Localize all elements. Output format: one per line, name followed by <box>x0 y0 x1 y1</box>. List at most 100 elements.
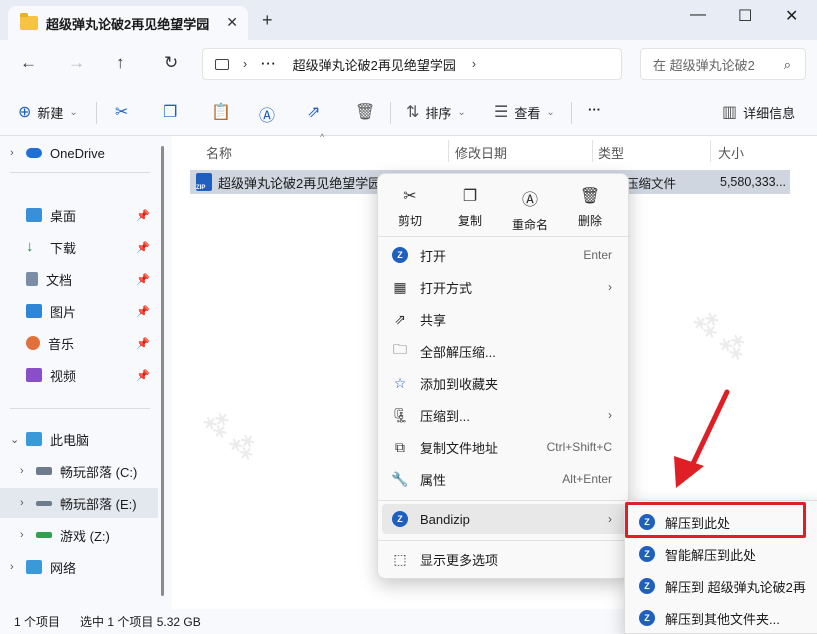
forward-button[interactable]: → <box>68 53 85 73</box>
search-icon: ⌕ <box>783 57 791 72</box>
sidebar-item-videos[interactable]: 视频 📌 <box>0 360 158 390</box>
new-label: 新建 <box>37 105 64 121</box>
sidebar-item-drive-z[interactable]: › 游戏 (Z:) <box>0 520 158 550</box>
sidebar-item-pictures[interactable]: 图片 📌 <box>0 296 158 326</box>
copy-button[interactable]: ❐ <box>163 102 183 122</box>
menu-item-open[interactable]: Z 打开 Enter <box>382 240 626 270</box>
sidebar-item-label: 文档 <box>46 272 73 288</box>
tab-current[interactable]: 超级弹丸论破2再见绝望学园 ✕ <box>8 6 248 40</box>
menu-item-more-options[interactable]: ⬚ 显示更多选项 <box>382 544 626 574</box>
chevron-right-icon: › <box>20 529 24 541</box>
document-icon <box>26 272 38 286</box>
rename-button[interactable]: Ⓐ <box>259 102 281 126</box>
menu-divider <box>378 500 630 501</box>
submenu-item-extract-to-folder[interactable]: Z 解压到 超级弹丸论破2再 <box>629 571 817 601</box>
command-bar: ⊕ 新建 ⌄ ✂ ❐ 📋 Ⓐ ⇗ 🗑 ⇅ 排序 ⌄ ☰ 查看 ⌄ ··· ▥ 详… <box>0 88 817 136</box>
minimize-button[interactable]: — <box>690 6 706 24</box>
sidebar-item-label: 桌面 <box>50 208 77 224</box>
delete-label: 删除 <box>577 214 602 228</box>
cut-label: 剪切 <box>397 214 422 228</box>
scissors-icon: ✂ <box>403 188 417 205</box>
sidebar-item-onedrive[interactable]: › OneDrive <box>0 138 158 168</box>
cut-button[interactable]: ✂ 剪切 <box>380 186 440 229</box>
sidebar-divider <box>10 408 150 409</box>
share-icon: ⇗ <box>394 310 406 327</box>
back-button[interactable]: ← <box>20 53 37 73</box>
file-size: 5,580,333... <box>720 175 787 189</box>
bandizip-icon: Z <box>392 511 408 527</box>
copy-icon: ❐ <box>163 104 178 121</box>
cut-button[interactable]: ✂ <box>115 102 134 122</box>
sidebar-item-label: 音乐 <box>48 336 75 352</box>
rename-icon: Ⓐ <box>259 108 276 125</box>
computer-icon <box>26 432 42 446</box>
sidebar-item-desktop[interactable]: 桌面 📌 <box>0 200 158 230</box>
sidebar-item-label: OneDrive <box>50 145 105 161</box>
menu-item-bandizip[interactable]: Z Bandizip › <box>382 504 626 534</box>
submenu-item-smart-extract[interactable]: Z 智能解压到此处 <box>629 539 817 569</box>
column-divider[interactable] <box>710 140 711 162</box>
menu-item-open-with[interactable]: ▦ 打开方式 › <box>382 272 626 302</box>
column-header-type[interactable]: 类型 <box>598 143 624 162</box>
delete-button[interactable]: 🗑 <box>355 102 381 122</box>
menu-item-compress[interactable]: 🗜 压缩到... › <box>382 400 626 430</box>
chevron-right-icon[interactable]: › <box>243 57 247 71</box>
up-button[interactable]: ↑ <box>116 53 125 73</box>
share-button[interactable]: ⇗ <box>307 102 326 122</box>
menu-item-extract-all[interactable]: 🗀 全部解压缩... <box>382 336 626 366</box>
rename-button[interactable]: Ⓐ 重命名 <box>500 186 560 233</box>
column-header-name[interactable]: 名称 <box>206 143 232 162</box>
sidebar-item-downloads[interactable]: ↓ 下载 📌 <box>0 232 158 262</box>
sidebar-scrollbar[interactable] <box>158 136 172 609</box>
sidebar-item-drive-c[interactable]: › 畅玩部落 (C:) <box>0 456 158 486</box>
chevron-right-icon: › <box>608 280 612 294</box>
chevron-down-icon: ⌄ <box>546 106 555 118</box>
delete-button[interactable]: 🗑 删除 <box>560 186 620 229</box>
compress-icon: 🗜 <box>391 406 409 423</box>
paste-button[interactable]: 📋 <box>211 102 237 122</box>
column-header-size[interactable]: 大小 <box>718 143 744 162</box>
sidebar-item-this-pc[interactable]: ⌄ 此电脑 <box>0 424 158 454</box>
scrollbar-thumb[interactable] <box>161 146 164 596</box>
view-label: 查看 <box>514 105 541 121</box>
sort-button[interactable]: ⇅ 排序 ⌄ <box>406 102 466 122</box>
sidebar-item-network[interactable]: › 网络 <box>0 552 158 582</box>
paste-icon: 📋 <box>211 104 231 121</box>
address-overflow-button[interactable]: ··· <box>261 57 277 71</box>
column-divider[interactable] <box>448 140 449 162</box>
chevron-right-icon[interactable]: › <box>472 57 476 71</box>
menu-item-share[interactable]: ⇗ 共享 <box>382 304 626 334</box>
copy-path-icon: ⧉ <box>395 438 405 455</box>
new-button[interactable]: ⊕ 新建 ⌄ <box>18 102 78 122</box>
view-button[interactable]: ☰ 查看 ⌄ <box>494 102 555 122</box>
submenu-item-extract-other[interactable]: Z 解压到其他文件夹... <box>629 603 817 633</box>
address-bar[interactable]: › ··· 超级弹丸论破2再见绝望学园 › <box>202 48 622 80</box>
sidebar-item-music[interactable]: 音乐 📌 <box>0 328 158 358</box>
sidebar-item-label: 游戏 (Z:) <box>60 528 110 544</box>
sidebar-item-label: 畅玩部落 (E:) <box>60 496 137 512</box>
tab-close-icon[interactable]: ✕ <box>226 14 238 31</box>
address-path[interactable]: 超级弹丸论破2再见绝望学园 <box>293 55 456 74</box>
menu-item-properties[interactable]: 🔧 属性 Alt+Enter <box>382 464 626 494</box>
shortcut-text: Ctrl+Shift+C <box>546 440 612 454</box>
menu-item-add-to-favorites[interactable]: ☆ 添加到收藏夹 <box>382 368 626 398</box>
menu-item-label: 打开方式 <box>420 280 473 296</box>
menu-item-label: Bandizip <box>420 511 470 527</box>
picture-icon <box>26 304 42 318</box>
close-window-button[interactable]: ✕ <box>785 6 798 26</box>
column-divider[interactable] <box>592 140 593 162</box>
search-input[interactable]: 在 超级弹丸论破2 ⌕ <box>640 48 806 80</box>
chevron-down-icon: ⌄ <box>10 433 20 446</box>
details-pane-button[interactable]: ▥ 详细信息 <box>722 102 795 122</box>
copy-button[interactable]: ❐ 复制 <box>440 186 500 229</box>
refresh-button[interactable]: ↻ <box>164 53 178 73</box>
sidebar-item-label: 此电脑 <box>50 432 90 448</box>
menu-item-copy-path[interactable]: ⧉ 复制文件地址 Ctrl+Shift+C <box>382 432 626 462</box>
desktop-icon <box>26 208 42 222</box>
column-header-modified[interactable]: 修改日期 <box>455 143 507 162</box>
maximize-button[interactable]: ☐ <box>738 6 752 26</box>
more-options-button[interactable]: ··· <box>588 102 601 117</box>
sidebar-item-drive-e[interactable]: › 畅玩部落 (E:) <box>0 488 158 518</box>
new-tab-button[interactable]: + <box>262 10 273 31</box>
sidebar-item-documents[interactable]: 文档 📌 <box>0 264 158 294</box>
